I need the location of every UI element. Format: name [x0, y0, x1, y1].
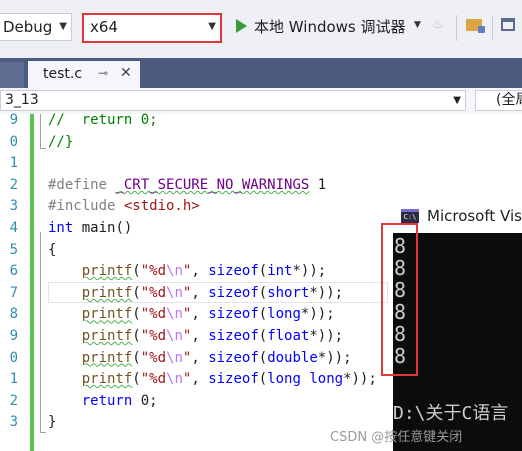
- fold-guide-end: [40, 148, 46, 149]
- fold-guide: [40, 232, 41, 432]
- line-number: 3: [9, 198, 18, 215]
- member-value: (全局: [496, 92, 522, 108]
- chevron-down-icon: ▼: [59, 21, 67, 32]
- line-number: 5: [9, 241, 18, 258]
- line-number: 7: [9, 284, 18, 301]
- line-number: 1: [9, 155, 18, 172]
- chevron-down-icon: ▼: [453, 95, 461, 106]
- scope-value: 3_13: [5, 92, 39, 108]
- line-number: 9: [9, 112, 18, 128]
- member-dropdown[interactable]: (全局: [475, 90, 522, 111]
- platform-dropdown[interactable]: x64 ▼: [82, 13, 222, 43]
- code-line: // return 0;: [48, 112, 158, 128]
- start-debugger-button[interactable]: 本地 Windows 调试器: [254, 16, 406, 37]
- line-number: 8: [9, 306, 18, 323]
- line-number: 2: [9, 176, 18, 193]
- code-line: }: [48, 414, 57, 431]
- line-number: 6: [9, 263, 18, 280]
- line-number: 3: [9, 414, 18, 431]
- tab-previous[interactable]: [0, 62, 24, 88]
- configuration-value: Debug: [3, 18, 53, 36]
- code-line: printf("%d\n", sizeof(long*));: [81, 306, 335, 323]
- change-indicator-bar: [30, 114, 34, 451]
- console-prompt: D:\关于C语言: [393, 403, 509, 424]
- scope-dropdown[interactable]: 3_13 ▼: [0, 90, 466, 111]
- code-line: printf("%d\n", sizeof(float*));: [81, 328, 344, 344]
- watermark: CSDN @按任意键关闭: [330, 430, 463, 445]
- code-line: printf("%d\n", sizeof(double*));: [81, 349, 352, 366]
- configuration-dropdown[interactable]: Debug ▼: [0, 13, 72, 41]
- line-number: 0: [9, 349, 18, 366]
- pin-icon[interactable]: ⊸: [98, 66, 108, 80]
- code-line: //}: [48, 133, 74, 150]
- code-line: return 0;: [81, 392, 158, 409]
- window-icon[interactable]: [501, 18, 515, 31]
- close-icon[interactable]: ✕: [120, 65, 132, 81]
- line-number: 4: [9, 220, 18, 236]
- console-icon: C:\: [401, 209, 419, 223]
- fold-guide-end: [40, 432, 46, 433]
- toolbar-separator: [492, 15, 493, 41]
- output-highlight-box: [381, 223, 418, 376]
- line-number: 9: [9, 328, 18, 344]
- line-number-gutter: 9 0 1 2 3 4 5 6 7 8 9 0 1 2 3: [0, 112, 28, 451]
- chevron-down-icon: ▼: [208, 21, 216, 32]
- console-title: Microsoft Vis: [427, 207, 522, 225]
- line-number: 0: [9, 133, 18, 150]
- chevron-down-icon[interactable]: ▼: [414, 20, 421, 30]
- code-line: printf("%d\n", sizeof(long long*));: [81, 371, 377, 388]
- code-line: printf("%d\n", sizeof(int*));: [81, 263, 327, 280]
- tab-label: test.c: [43, 66, 83, 82]
- line-number: 1: [9, 371, 18, 388]
- code-line: #define _CRT_SECURE_NO_WARNINGS 1: [48, 176, 327, 193]
- code-line: #include <stdio.h>: [48, 198, 200, 215]
- toolbar: Debug ▼ x64 ▼ 本地 Windows 调试器 ▼ ♨: [0, 0, 522, 59]
- toolbar-separator: [456, 15, 457, 41]
- run-icon[interactable]: [236, 19, 247, 33]
- folder-icon[interactable]: [466, 19, 485, 33]
- platform-value: x64: [90, 18, 118, 36]
- flame-icon[interactable]: ♨: [432, 17, 444, 32]
- code-line: printf("%d\n", sizeof(short*));: [81, 284, 344, 301]
- code-line: {: [48, 241, 57, 258]
- line-number: 2: [9, 392, 18, 409]
- document-tab-bar: test.c ⊸ ✕: [0, 58, 522, 88]
- code-line: int main(): [48, 220, 133, 236]
- fold-guide: [40, 114, 41, 148]
- tab-test-c[interactable]: test.c ⊸ ✕: [28, 61, 140, 88]
